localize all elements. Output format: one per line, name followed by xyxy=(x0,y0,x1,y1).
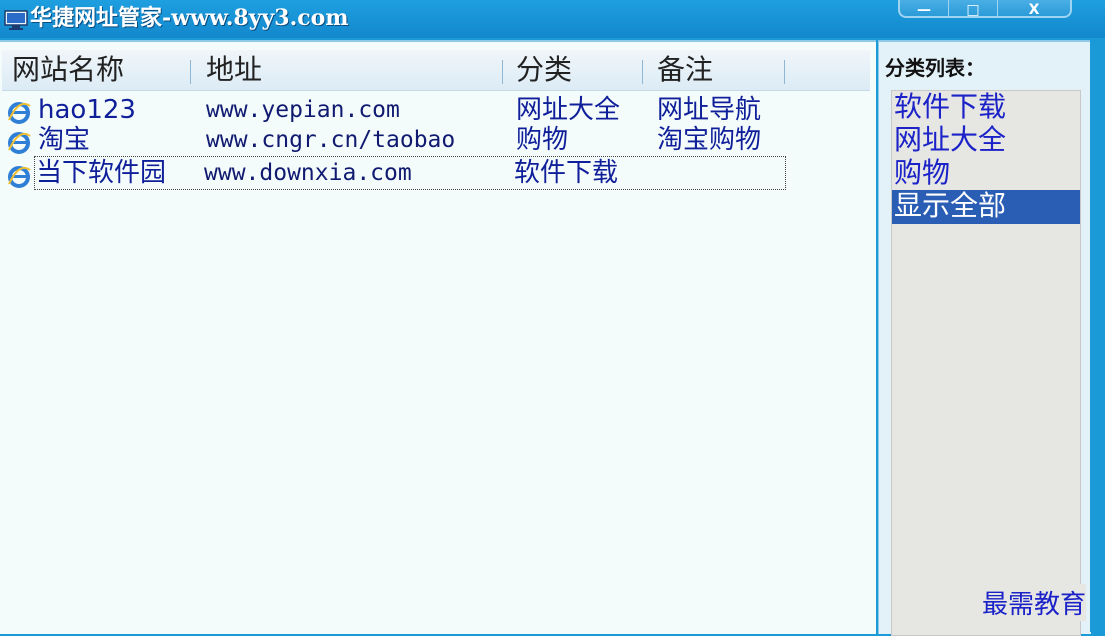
site-url: www.yepian.com xyxy=(206,97,400,123)
site-url: www.downxia.com xyxy=(204,160,412,186)
window-right-border xyxy=(1090,40,1105,632)
column-header-note[interactable]: 备注 xyxy=(657,54,713,86)
category-list[interactable]: 软件下载 网址大全 购物 显示全部 xyxy=(891,90,1081,636)
minimize-button[interactable]: — xyxy=(900,0,949,18)
watermark: 最需教育 xyxy=(982,584,1087,621)
site-note: 网址导航 xyxy=(657,95,762,125)
site-category: 购物 xyxy=(516,125,569,155)
category-item-show-all[interactable]: 显示全部 xyxy=(892,190,1080,224)
site-name: 当下软件园 xyxy=(36,158,167,188)
category-item-directory[interactable]: 网址大全 xyxy=(892,124,1080,158)
close-icon: X xyxy=(1028,2,1040,18)
minimize-icon: — xyxy=(917,2,931,18)
close-button[interactable]: X xyxy=(998,0,1070,18)
site-name: 淘宝 xyxy=(38,125,91,155)
list-header: 网站名称 地址 分类 备注 xyxy=(2,50,870,91)
site-name: hao123 xyxy=(38,95,136,125)
category-item-software[interactable]: 软件下载 xyxy=(892,91,1080,125)
site-category: 网址大全 xyxy=(516,95,621,125)
ie-browser-icon xyxy=(8,132,31,154)
sidebar-title: 分类列表： xyxy=(885,56,985,80)
category-item-shopping[interactable]: 购物 xyxy=(892,157,1080,191)
computer-icon xyxy=(4,10,28,30)
site-url: www.cngr.cn/taobao xyxy=(206,127,456,153)
site-category: 软件下载 xyxy=(514,158,619,188)
ie-browser-icon xyxy=(8,102,31,124)
site-note: 淘宝购物 xyxy=(657,125,762,155)
table-row[interactable]: hao123 www.yepian.com 网址大全 网址导航 xyxy=(2,94,870,126)
column-divider[interactable] xyxy=(502,60,503,84)
table-row[interactable]: 淘宝 www.cngr.cn/taobao 购物 淘宝购物 xyxy=(2,124,870,156)
maximize-icon: □ xyxy=(966,2,980,18)
table-row-selected[interactable]: 当下软件园 www.downxia.com 软件下载 xyxy=(34,156,786,190)
window-controls: — □ X xyxy=(898,0,1072,18)
column-divider[interactable] xyxy=(642,60,643,84)
category-sidebar: 分类列表： 软件下载 网址大全 购物 显示全部 xyxy=(878,40,1091,636)
ie-browser-icon xyxy=(8,166,31,188)
title-bar[interactable]: 华捷网址管家-www.8yy3.com — □ X xyxy=(0,0,1105,38)
column-divider[interactable] xyxy=(784,60,785,84)
website-list[interactable]: 网站名称 地址 分类 备注 hao123 www.yepian.com 网址大全… xyxy=(0,40,876,634)
window-title: 华捷网址管家-www.8yy3.com xyxy=(30,5,349,31)
column-header-url[interactable]: 地址 xyxy=(206,54,262,86)
column-header-category[interactable]: 分类 xyxy=(516,54,572,86)
maximize-button[interactable]: □ xyxy=(949,0,998,18)
column-header-name[interactable]: 网站名称 xyxy=(12,54,124,86)
column-divider[interactable] xyxy=(190,60,191,84)
